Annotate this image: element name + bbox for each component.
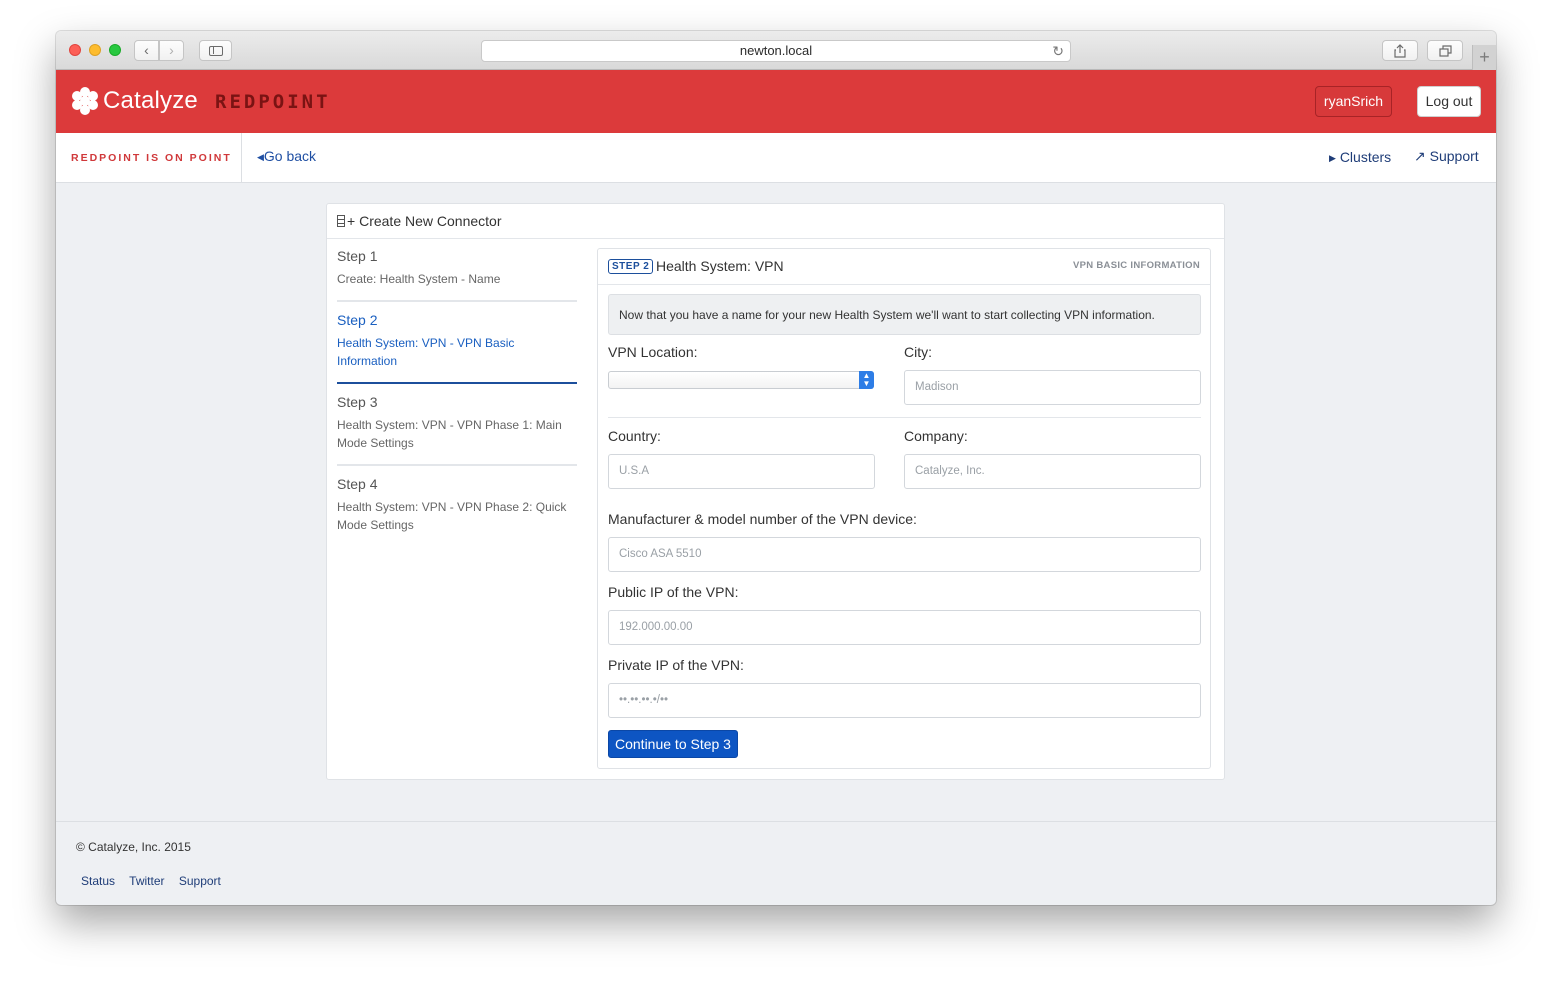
external-link-arrow-icon: ↗ <box>1414 148 1426 164</box>
manufacturer-label: Manufacturer & model number of the VPN d… <box>608 511 917 527</box>
caret-left-icon: ◀ <box>257 152 264 162</box>
country-input[interactable]: U.S.A <box>608 454 875 489</box>
app-header: Catalyze REDPOINT ryanSrich Log out <box>56 70 1496 133</box>
step-description: Health System: VPN - VPN Phase 1: Main M… <box>337 418 562 450</box>
card-title: Create New Connector <box>359 213 502 229</box>
city-label: City: <box>904 344 932 360</box>
catalyze-logo[interactable]: Catalyze <box>71 86 198 116</box>
go-back-link[interactable]: ◀Go back <box>257 148 316 164</box>
info-alert: Now that you have a name for your new He… <box>608 294 1201 335</box>
show-tabs-button[interactable] <box>1427 40 1463 61</box>
tabs-icon <box>1438 45 1452 57</box>
step-item-3[interactable]: Step 3 Health System: VPN - VPN Phase 1:… <box>337 394 577 466</box>
support-link[interactable]: ↗ Support <box>1414 148 1479 165</box>
close-window-button[interactable] <box>69 44 81 56</box>
divider <box>608 417 1201 418</box>
step-description: Health System: VPN - VPN Phase 2: Quick … <box>337 500 567 532</box>
company-label: Company: <box>904 428 968 444</box>
divider <box>241 133 242 183</box>
footer-link-status[interactable]: Status <box>81 874 115 888</box>
panel-header: STEP 2 Health System: VPN VPN BASIC INFO… <box>598 249 1210 285</box>
step-description: Create: Health System - Name <box>337 272 501 286</box>
sub-navigation: REDPOINT IS ON POINT ◀Go back ▶ Clusters… <box>56 133 1496 183</box>
tagline: REDPOINT IS ON POINT <box>71 152 232 164</box>
caret-right-icon: ▶ <box>1329 153 1336 163</box>
step-badge: STEP 2 <box>608 259 654 274</box>
forward-button[interactable]: › <box>159 40 184 61</box>
add-grid-icon <box>337 215 345 227</box>
new-tab-button[interactable]: + <box>1472 45 1496 70</box>
steps-list: Step 1 Create: Health System - Name Step… <box>337 248 577 556</box>
private-ip-label: Private IP of the VPN: <box>608 657 744 673</box>
step-item-1[interactable]: Step 1 Create: Health System - Name <box>337 248 577 302</box>
panel-title: Health System: VPN <box>656 258 784 274</box>
vpn-form-panel: STEP 2 Health System: VPN VPN BASIC INFO… <box>597 248 1211 769</box>
minimize-window-button[interactable] <box>89 44 101 56</box>
user-button[interactable]: ryanSrich <box>1315 86 1392 117</box>
step-title: Step 2 <box>337 312 378 328</box>
brand-name: Catalyze <box>103 87 198 114</box>
sidebar-toggle-button[interactable] <box>199 40 232 61</box>
private-ip-input[interactable]: ••.••.••.•/•• <box>608 683 1201 718</box>
chevron-right-icon: › <box>169 42 174 58</box>
company-input[interactable]: Catalyze, Inc. <box>904 454 1201 489</box>
step-title: Step 4 <box>337 476 378 492</box>
logo-flower-icon <box>71 87 99 115</box>
footer-links: Status Twitter Support <box>81 874 232 888</box>
browser-window: ‹ › newton.local ↻ + Catalyze REDPOINT r… <box>56 31 1496 905</box>
copyright: © Catalyze, Inc. 2015 <box>76 840 191 854</box>
support-label: Support <box>1429 148 1479 164</box>
step-title: Step 1 <box>337 248 378 264</box>
manufacturer-input[interactable]: Cisco ASA 5510 <box>608 537 1201 572</box>
public-ip-label: Public IP of the VPN: <box>608 584 739 600</box>
public-ip-input[interactable]: 192.000.00.00 <box>608 610 1201 645</box>
footer-divider <box>56 821 1496 822</box>
back-button[interactable]: ‹ <box>134 40 159 61</box>
step-item-2[interactable]: Step 2 Health System: VPN - VPN Basic In… <box>337 312 577 384</box>
create-connector-card: + Create New Connector Step 1 Create: He… <box>326 203 1225 780</box>
panel-section-tag: VPN BASIC INFORMATION <box>1073 260 1200 271</box>
country-label: Country: <box>608 428 661 444</box>
step-title: Step 3 <box>337 394 378 410</box>
select-updown-icon: ▲ ▼ <box>859 371 874 389</box>
continue-button[interactable]: Continue to Step 3 <box>608 730 738 758</box>
plus-glyph: + <box>347 213 356 229</box>
step-description: Health System: VPN - VPN Basic Informati… <box>337 336 515 368</box>
share-icon <box>1394 44 1406 58</box>
card-header: + Create New Connector <box>327 204 1224 239</box>
step-item-4[interactable]: Step 4 Health System: VPN - VPN Phase 2:… <box>337 476 577 546</box>
vpn-location-select[interactable]: ▲ ▼ <box>608 371 874 389</box>
clusters-link[interactable]: ▶ Clusters <box>1329 149 1391 165</box>
vpn-location-label: VPN Location: <box>608 344 698 360</box>
browser-toolbar: ‹ › newton.local ↻ + <box>56 31 1496 70</box>
footer-link-support[interactable]: Support <box>179 874 221 888</box>
reload-icon[interactable]: ↻ <box>1052 41 1064 61</box>
logout-button[interactable]: Log out <box>1417 86 1481 117</box>
chevron-left-icon: ‹ <box>144 42 149 58</box>
footer-link-twitter[interactable]: Twitter <box>129 874 164 888</box>
zoom-window-button[interactable] <box>109 44 121 56</box>
clusters-label: Clusters <box>1339 149 1392 165</box>
share-button[interactable] <box>1382 40 1418 61</box>
sidebar-icon <box>208 46 223 56</box>
url-text: newton.local <box>739 43 813 58</box>
product-name: REDPOINT <box>215 91 331 113</box>
address-bar[interactable]: newton.local ↻ <box>481 40 1071 62</box>
city-input[interactable]: Madison <box>904 370 1201 405</box>
go-back-label: Go back <box>263 148 317 164</box>
